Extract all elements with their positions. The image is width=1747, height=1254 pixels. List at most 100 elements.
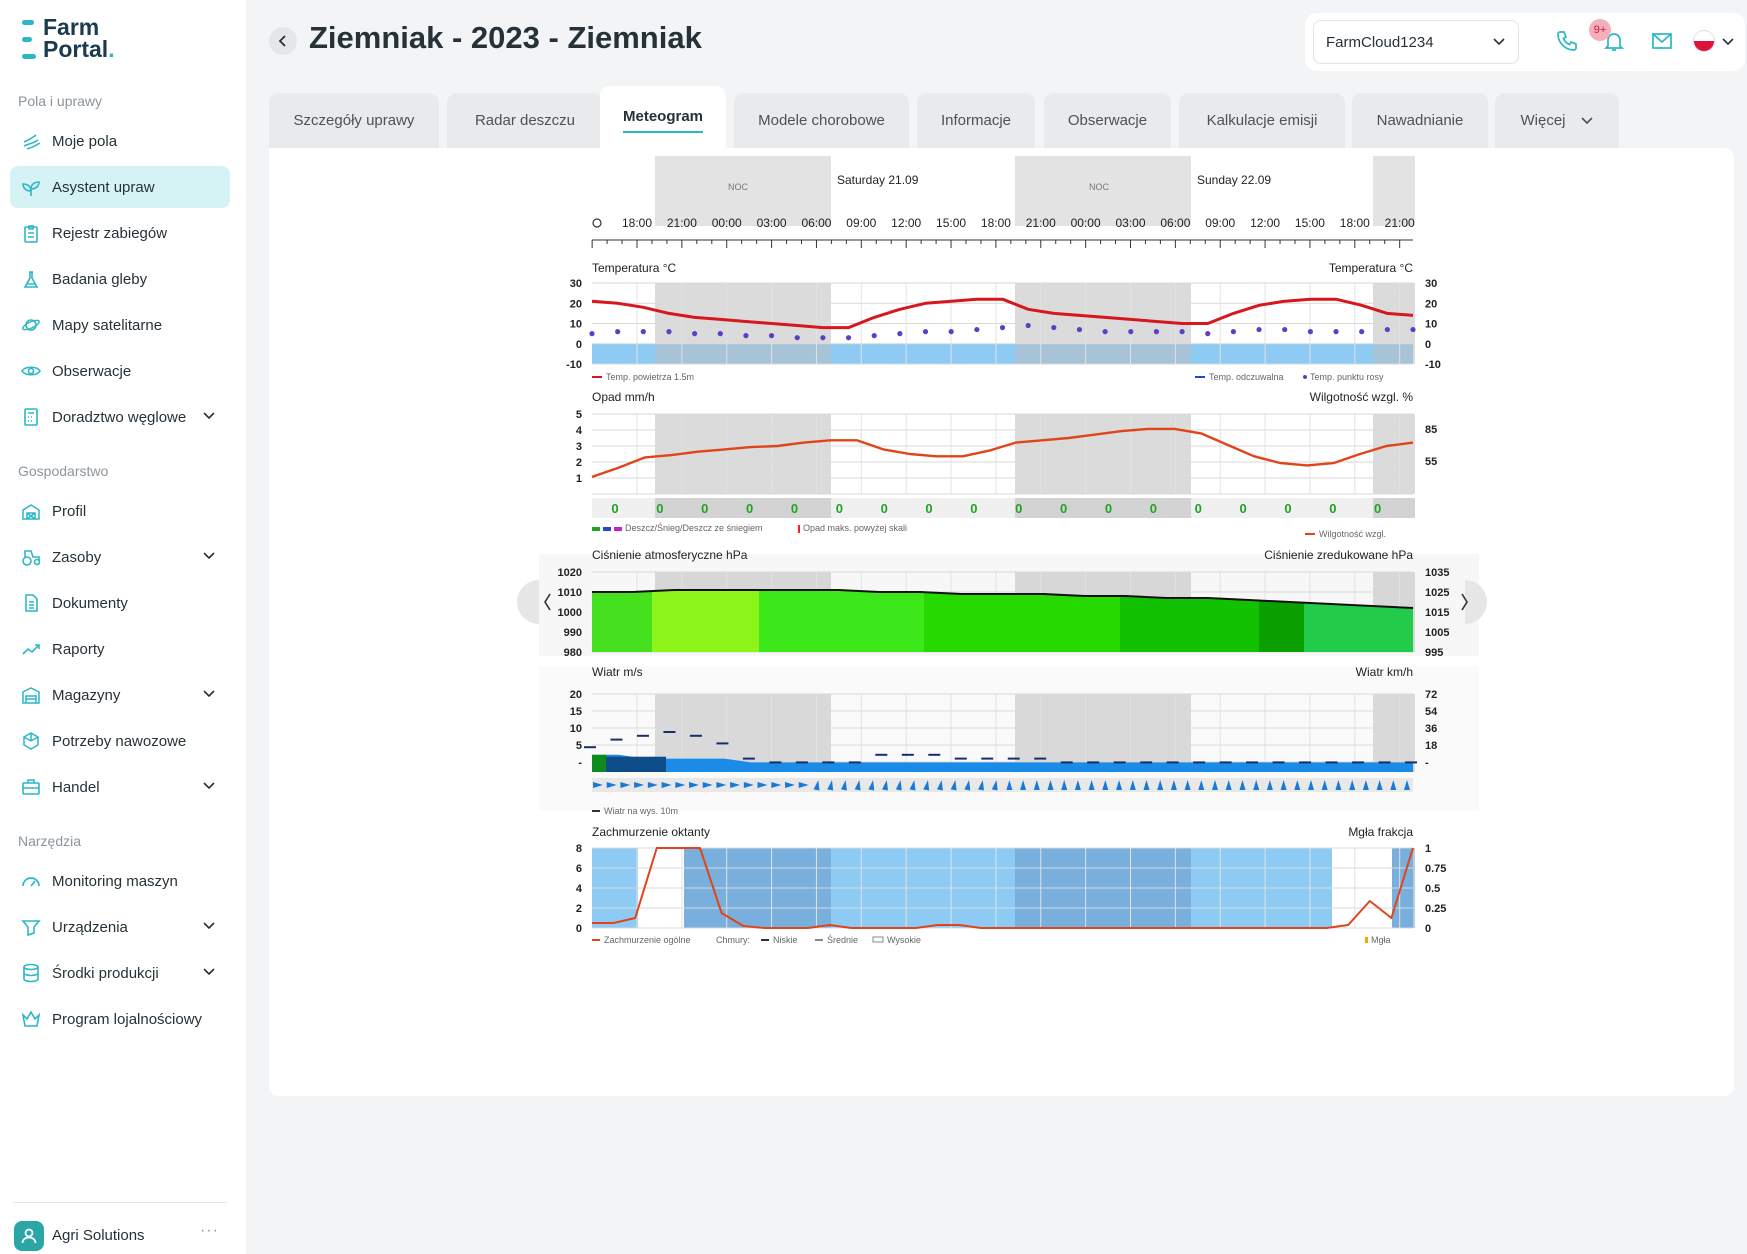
next-period-button bbox=[1465, 580, 1487, 624]
temperature-title-right: Temperatura °C bbox=[1329, 261, 1413, 275]
logo-mark-icon bbox=[22, 20, 36, 60]
clock-icon bbox=[592, 218, 602, 228]
back-button[interactable] bbox=[269, 27, 297, 55]
company-name[interactable]: Agri Solutions bbox=[52, 1227, 145, 1244]
mail-icon[interactable] bbox=[1650, 29, 1674, 53]
feels-like-point bbox=[1230, 329, 1237, 335]
tab-modele-chorobowe[interactable]: Modele chorobowe bbox=[734, 93, 909, 148]
feels-like-point bbox=[1076, 326, 1083, 333]
logo-line2: Portal bbox=[43, 36, 109, 62]
phone-icon[interactable] bbox=[1555, 29, 1579, 53]
feels-like-point bbox=[1025, 322, 1031, 329]
feels-like-point bbox=[743, 333, 749, 339]
feels-like-point bbox=[845, 335, 852, 341]
sidebar-item-środki-produkcji[interactable]: Środki produkcji bbox=[10, 952, 230, 994]
humidity-legend: Wilgotność wzgl. bbox=[1319, 529, 1386, 539]
feels-like-point bbox=[1153, 329, 1160, 335]
chevron-down-icon[interactable] bbox=[202, 549, 216, 563]
tab-więcej[interactable]: Więcej bbox=[1495, 93, 1619, 148]
time-tick-label: 21:00 bbox=[1385, 216, 1415, 230]
legend-swatch bbox=[603, 527, 611, 531]
sidebar-item-badania-gleby[interactable]: Badania gleby bbox=[10, 258, 230, 300]
sidebar-item-label: Doradztwo węglowe bbox=[52, 408, 187, 426]
sidebar-item-urządzenia[interactable]: Urządzenia bbox=[10, 906, 230, 948]
pressure-tick: 980 bbox=[564, 647, 582, 659]
tab-obserwacje[interactable]: Obserwacje bbox=[1044, 93, 1171, 148]
feels-like-point bbox=[999, 324, 1006, 331]
precip-value: 0 bbox=[1150, 501, 1157, 516]
sidebar-item-handel[interactable]: Handel bbox=[10, 766, 230, 808]
precip-value: 0 bbox=[836, 501, 843, 516]
wind-title: Wiatr m/s bbox=[592, 665, 643, 679]
chevron-down-icon[interactable] bbox=[1721, 35, 1735, 49]
feels-like-point bbox=[1179, 329, 1185, 335]
tab-nawadnianie[interactable]: Nawadnianie bbox=[1352, 93, 1488, 148]
farmportal-logo[interactable]: Farm Portal. bbox=[22, 14, 115, 62]
tab-label: Kalkulacje emisji bbox=[1206, 112, 1318, 129]
feels-like-point bbox=[794, 335, 800, 341]
sidebar-item-mapy-satelitarne[interactable]: Mapy satelitarne bbox=[10, 304, 230, 346]
device-icon bbox=[20, 916, 42, 938]
sidebar-item-asystent-upraw[interactable]: Asystent upraw bbox=[10, 166, 230, 208]
temperature-tick: -10 bbox=[1425, 359, 1441, 371]
tab-meteogram[interactable]: Meteogram bbox=[600, 86, 726, 148]
clouds-legend: Chmury: bbox=[716, 935, 750, 945]
chevron-down-icon[interactable] bbox=[202, 779, 216, 793]
clouds-legend: Wysokie bbox=[887, 935, 921, 945]
clouds-title: Zachmurzenie oktanty bbox=[592, 825, 710, 839]
more-options-icon[interactable]: ··· bbox=[200, 1222, 219, 1240]
language-flag-icon[interactable] bbox=[1693, 30, 1715, 52]
feels-like-point bbox=[974, 326, 980, 333]
tab-szczegóły-uprawy[interactable]: Szczegóły uprawy bbox=[269, 93, 439, 148]
sidebar-item-raporty[interactable]: Raporty bbox=[10, 628, 230, 670]
chevron-down-icon[interactable] bbox=[202, 919, 216, 933]
legend-swatch bbox=[798, 525, 800, 533]
farm-select[interactable]: FarmCloud1234 bbox=[1313, 20, 1519, 64]
sidebar-item-zasoby[interactable]: Zasoby bbox=[10, 536, 230, 578]
logo-line1: Farm bbox=[43, 14, 100, 40]
time-tick-label: 06:00 bbox=[1160, 216, 1190, 230]
humidity-tick: 85 bbox=[1425, 424, 1437, 436]
clouds-legend: Niskie bbox=[773, 935, 798, 945]
sidebar-item-obserwacje[interactable]: Obserwacje bbox=[10, 350, 230, 392]
sidebar-item-moje-pola[interactable]: Moje pola bbox=[10, 120, 230, 162]
sidebar-item-doradztwo-węglowe[interactable]: Doradztwo węglowe bbox=[10, 396, 230, 438]
precip-value: 0 bbox=[1195, 501, 1202, 516]
prev-period-button bbox=[517, 580, 539, 624]
feels-like-point bbox=[1128, 329, 1134, 335]
fertilizer-icon bbox=[20, 730, 42, 752]
precip-value: 0 bbox=[881, 501, 888, 516]
user-avatar-icon[interactable] bbox=[14, 1221, 44, 1251]
precip-legend: Deszcz/Śnieg/Deszcz ze śniegiem bbox=[625, 522, 763, 533]
sidebar-item-potrzeby-nawozowe[interactable]: Potrzeby nawozowe bbox=[10, 720, 230, 762]
tab-radar-deszczu[interactable]: Radar deszczu bbox=[447, 93, 603, 148]
sidebar-item-profil[interactable]: Profil bbox=[10, 490, 230, 532]
wind-tick: 10 bbox=[570, 723, 582, 735]
sidebar-item-program-lojalnościowy[interactable]: Program lojalnościowy bbox=[10, 998, 230, 1040]
planet-icon bbox=[20, 314, 42, 336]
feels-like-point bbox=[1333, 329, 1339, 335]
time-tick-label: 18:00 bbox=[981, 216, 1011, 230]
feels-like-point bbox=[897, 331, 903, 337]
sidebar-item-magazyny[interactable]: Magazyny bbox=[10, 674, 230, 716]
precip-value: 0 bbox=[1329, 501, 1336, 516]
sidebar-item-dokumenty[interactable]: Dokumenty bbox=[10, 582, 230, 624]
clipboard-icon bbox=[20, 222, 42, 244]
wind-kmh-tick: 36 bbox=[1425, 723, 1437, 735]
chevron-down-icon[interactable] bbox=[202, 965, 216, 979]
feels-like-point bbox=[717, 331, 723, 337]
fog-tick: 0.75 bbox=[1425, 863, 1446, 875]
clouds-tick: 8 bbox=[576, 843, 582, 855]
tab-informacje[interactable]: Informacje bbox=[917, 93, 1035, 148]
feels-like-point bbox=[1282, 326, 1288, 333]
tab-kalkulacje-emisji[interactable]: Kalkulacje emisji bbox=[1179, 93, 1345, 148]
temperature-tick: -10 bbox=[566, 359, 582, 371]
chevron-down-icon[interactable] bbox=[202, 687, 216, 701]
sidebar-item-monitoring-maszyn[interactable]: Monitoring maszyn bbox=[10, 860, 230, 902]
feels-like-point bbox=[615, 329, 621, 335]
notification-badge: 9+ bbox=[1589, 19, 1611, 41]
time-tick-label: 18:00 bbox=[1340, 216, 1370, 230]
time-tick-label: 09:00 bbox=[846, 216, 876, 230]
chevron-down-icon[interactable] bbox=[202, 409, 216, 423]
sidebar-item-rejestr-zabiegów[interactable]: Rejestr zabiegów bbox=[10, 212, 230, 254]
